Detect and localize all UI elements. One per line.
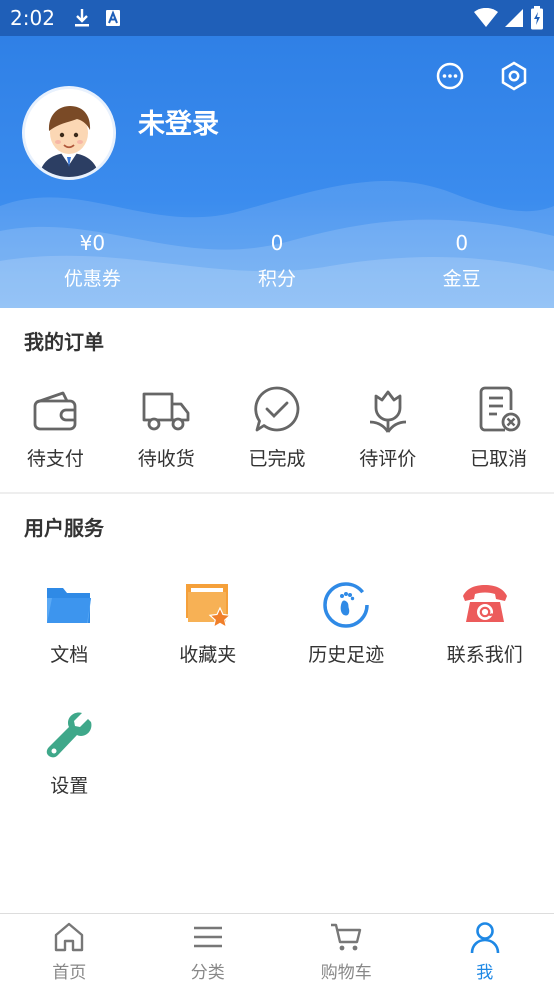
profile-header: 未登录 ¥0 优惠券 0 积分 0 金豆 — [0, 36, 554, 308]
nav-label: 首页 — [52, 963, 87, 983]
order-label: 已完成 — [248, 448, 306, 470]
nav-cart[interactable]: 购物车 — [277, 914, 416, 984]
check-bubble-icon — [254, 386, 300, 432]
order-label: 已取消 — [470, 448, 528, 470]
service-label: 文档 — [50, 644, 89, 666]
settings-icon — [501, 61, 527, 91]
service-label: 联系我们 — [446, 644, 523, 666]
nav-me[interactable]: 我 — [416, 914, 554, 984]
stat-coupons[interactable]: ¥0 优惠券 — [0, 228, 185, 291]
a-badge-icon — [105, 10, 120, 26]
settings-button[interactable] — [498, 60, 530, 92]
user-icon — [470, 922, 500, 954]
order-pending-review[interactable]: 待评价 — [332, 384, 443, 471]
service-label: 历史足迹 — [308, 644, 385, 666]
status-time: 2:02 — [10, 6, 55, 30]
nav-label: 分类 — [190, 963, 225, 983]
service-settings[interactable]: 设置 — [0, 711, 139, 798]
wallet-icon — [33, 391, 77, 431]
cancelled-doc-icon — [479, 386, 520, 432]
avatar[interactable] — [22, 86, 116, 180]
wrench-icon — [47, 712, 92, 758]
truck-icon — [142, 392, 190, 431]
stat-label: 优惠券 — [63, 268, 121, 290]
nav-label: 购物车 — [320, 963, 372, 983]
stats-row: ¥0 优惠券 0 积分 0 金豆 — [0, 228, 554, 291]
stat-label: 积分 — [258, 268, 297, 290]
order-label: 待收货 — [137, 448, 195, 470]
orders-row: 待支付 待收货 已完成 待评价 已取消 — [0, 384, 554, 471]
cart-icon — [331, 923, 362, 951]
user-avatar-icon — [25, 89, 113, 177]
folder-icon — [47, 588, 92, 623]
order-completed[interactable]: 已完成 — [222, 384, 333, 471]
order-label: 待评价 — [359, 448, 417, 470]
section-divider — [0, 492, 554, 494]
order-label: 待支付 — [26, 448, 84, 470]
service-label: 设置 — [50, 775, 89, 797]
download-icon — [74, 9, 89, 27]
stat-value: 0 — [270, 231, 284, 255]
service-contact-us[interactable]: 联系我们 — [416, 580, 554, 667]
message-button[interactable] — [434, 60, 466, 92]
bottom-nav: 首页 分类 购物车 我 — [0, 913, 554, 984]
service-documents[interactable]: 文档 — [0, 580, 139, 667]
services-grid: 文档 收藏夹 历史足迹 联系我们 设置 — [0, 580, 554, 798]
stat-value: 0 — [455, 231, 469, 255]
stat-label: 金豆 — [442, 268, 481, 290]
nav-home[interactable]: 首页 — [0, 914, 139, 984]
category-icon — [193, 926, 222, 948]
service-favorites[interactable]: 收藏夹 — [139, 580, 278, 667]
signal-icon — [505, 9, 523, 27]
stat-points[interactable]: 0 积分 — [185, 228, 370, 291]
services-section-title: 用户服务 — [24, 516, 104, 540]
order-cancelled[interactable]: 已取消 — [443, 384, 554, 471]
orders-section-title: 我的订单 — [24, 330, 104, 354]
service-history[interactable]: 历史足迹 — [277, 580, 416, 667]
favorite-folder-icon — [185, 584, 232, 629]
battery-icon — [531, 6, 543, 30]
nav-label: 我 — [476, 963, 494, 983]
home-icon — [55, 922, 84, 952]
wifi-icon — [474, 8, 498, 27]
service-label: 收藏夹 — [179, 644, 237, 666]
nav-category[interactable]: 分类 — [139, 914, 278, 984]
footprint-icon — [323, 582, 369, 628]
stat-value: ¥0 — [79, 231, 106, 255]
flower-icon — [369, 390, 406, 433]
order-pending-payment[interactable]: 待支付 — [0, 384, 111, 471]
order-pending-receipt[interactable]: 待收货 — [111, 384, 222, 471]
message-icon — [436, 62, 464, 90]
stat-gold-beans[interactable]: 0 金豆 — [369, 228, 554, 291]
username[interactable]: 未登录 — [138, 102, 219, 141]
phone-icon — [462, 585, 507, 622]
status-bar: 2:02 — [0, 0, 554, 36]
